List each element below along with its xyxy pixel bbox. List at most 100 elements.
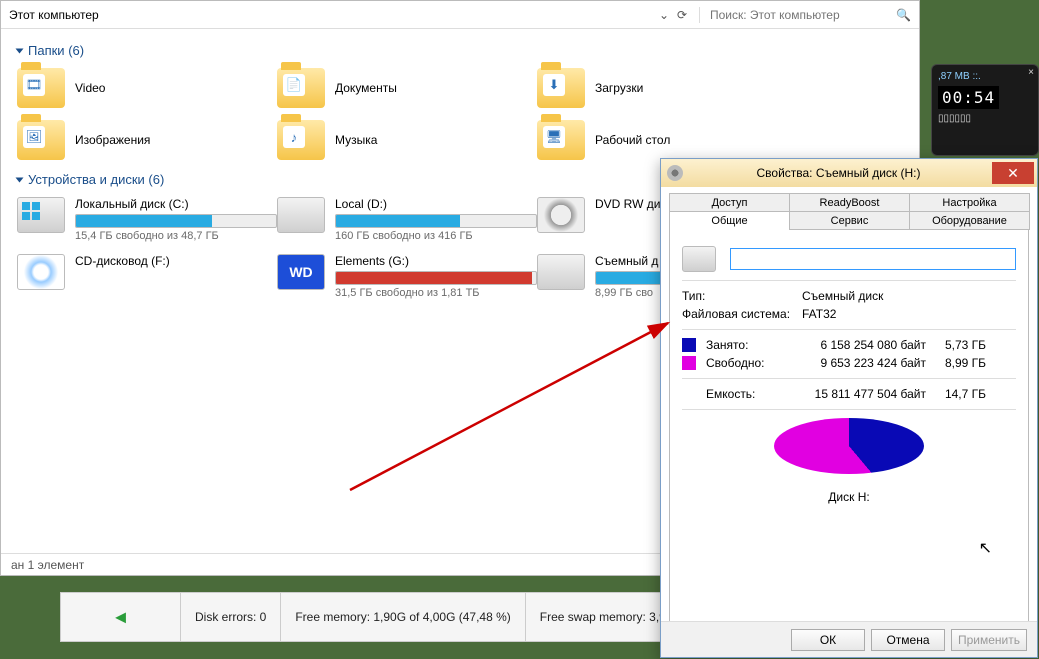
drive-icon [537,254,585,290]
tab-access[interactable]: Доступ [669,193,790,212]
group-folders-title: Папки [28,43,65,58]
filesystem-value: FAT32 [802,307,836,321]
tab-hardware[interactable]: Оборудование [909,211,1030,230]
folder-item[interactable]: 🖼 Изображения [17,120,277,160]
chevron-down-icon [16,48,24,53]
folder-icon: ⬇ [537,68,585,108]
apply-button[interactable]: Применить [951,629,1027,651]
gadget-mb: ,87 MB ::. [938,71,1032,82]
used-h: 5,73 ГБ [926,338,986,352]
drive-item[interactable]: Локальный диск (C:) 15,4 ГБ свободно из … [17,197,277,242]
dialog-titlebar[interactable]: Свойства: Съемный диск (H:) ✕ [661,159,1037,187]
folder-item[interactable]: 🎞 Video [17,68,277,108]
tab-general[interactable]: Общие [669,211,790,230]
close-button[interactable]: ✕ [992,162,1034,184]
folder-name: Video [75,81,105,95]
pie-chart: Диск H: [682,418,1016,504]
folder-icon: 🖥 [537,120,585,160]
folder-icon: ♪ [277,120,325,160]
tab-tools[interactable]: Сервис [789,211,910,230]
search-icon[interactable]: 🔍 [896,8,911,22]
usage-bar [75,214,277,228]
group-folders-header[interactable]: Папки (6) [17,43,903,58]
drive-item[interactable]: WD Elements (G:) 31,5 ГБ свободно из 1,8… [277,254,537,299]
refresh-icon[interactable]: ⟳ [673,8,691,22]
drive-icon [17,254,65,290]
folder-item[interactable]: ♪ Музыка [277,120,537,160]
folder-name: Загрузки [595,81,643,95]
address-text: Этот компьютер [9,8,655,22]
free-swatch [682,356,696,370]
capacity-bytes: 15 811 477 504 байт [796,387,926,401]
search-input[interactable] [708,7,896,23]
drive-name: Локальный диск (C:) [75,197,277,211]
tabs-row-2: Общие Сервис Оборудование [661,211,1037,229]
drive-item[interactable]: Local (D:) 160 ГБ свободно из 416 ГБ [277,197,537,242]
capacity-label: Емкость: [706,387,796,401]
folder-icon: 🖼 [17,120,65,160]
cancel-button[interactable]: Отмена [871,629,945,651]
type-value: Съемный диск [802,289,883,303]
folder-name: Изображения [75,133,150,147]
used-label: Занято: [706,338,796,352]
drive-large-icon [682,246,716,272]
free-memory: Free memory: 1,90G of 4,00G (47,48 %) [281,593,525,641]
usage-bar [335,271,537,285]
dropdown-icon[interactable]: ⌄ [655,8,673,22]
close-icon[interactable]: × [1028,67,1034,78]
used-swatch [682,338,696,352]
group-folders-count: (6) [68,43,84,58]
capacity-h: 14,7 ГБ [926,387,986,401]
back-arrow-icon[interactable]: ◄ [112,607,130,628]
address-bar-row: Этот компьютер ⌄ ⟳ 🔍 [1,1,919,29]
tabs-row-1: Доступ ReadyBoost Настройка [661,187,1037,211]
drive-subtext: 160 ГБ свободно из 416 ГБ [335,230,537,242]
drive-icon [537,197,585,233]
folder-name: Документы [335,81,397,95]
free-label: Свободно: [706,356,796,370]
group-drives-count: (6) [148,172,164,187]
free-bytes: 9 653 223 424 байт [796,356,926,370]
folder-item[interactable]: 📄 Документы [277,68,537,108]
filesystem-label: Файловая система: [682,307,802,321]
drive-subtext: 15,4 ГБ свободно из 48,7 ГБ [75,230,277,242]
drive-name-input[interactable] [730,248,1016,270]
group-drives-title: Устройства и диски [28,172,145,187]
drive-subtext: 31,5 ГБ свободно из 1,81 ТБ [335,287,537,299]
drive-name: CD-дисковод (F:) [75,254,277,268]
ok-button[interactable]: ОК [791,629,865,651]
folders-grid: 🎞 Video📄 Документы⬇ Загрузки🖼 Изображени… [17,62,903,166]
tab-custom[interactable]: Настройка [909,193,1030,212]
pie-label: Диск H: [682,490,1016,504]
drive-icon [277,197,325,233]
search-box[interactable]: 🔍 [699,7,919,23]
cursor-icon: ↖ [979,538,992,558]
folder-item[interactable]: 🖥 Рабочий стол [537,120,797,160]
tab-readyboost[interactable]: ReadyBoost [789,193,910,212]
disk-errors: Disk errors: 0 [181,593,281,641]
folder-name: Рабочий стол [595,133,670,147]
status-text: ан 1 элемент [11,558,84,572]
free-h: 8,99 ГБ [926,356,986,370]
drive-item[interactable]: CD-дисковод (F:) [17,254,277,299]
folder-name: Музыка [335,133,377,147]
drive-name: Local (D:) [335,197,537,211]
tab-general-body: Тип: Съемный диск Файловая система: FAT3… [669,229,1029,647]
address-bar[interactable]: Этот компьютер ⌄ ⟳ [1,8,699,22]
desktop-gadget[interactable]: × ,87 MB ::. 00:54 ▯▯▯▯▯▯ [931,64,1039,156]
gadget-clock: 00:54 [938,86,999,109]
type-label: Тип: [682,289,802,303]
drive-name: Elements (G:) [335,254,537,268]
usage-bar [335,214,537,228]
drive-icon [667,165,683,181]
chevron-down-icon [16,177,24,182]
folder-item[interactable]: ⬇ Загрузки [537,68,797,108]
used-bytes: 6 158 254 080 байт [796,338,926,352]
drive-icon [17,197,65,233]
drive-icon: WD [277,254,325,290]
dialog-title: Свойства: Съемный диск (H:) [691,166,986,180]
folder-icon: 📄 [277,68,325,108]
folder-icon: 🎞 [17,68,65,108]
properties-dialog: Свойства: Съемный диск (H:) ✕ Доступ Rea… [660,158,1038,658]
dialog-buttons: ОК Отмена Применить [661,621,1037,657]
